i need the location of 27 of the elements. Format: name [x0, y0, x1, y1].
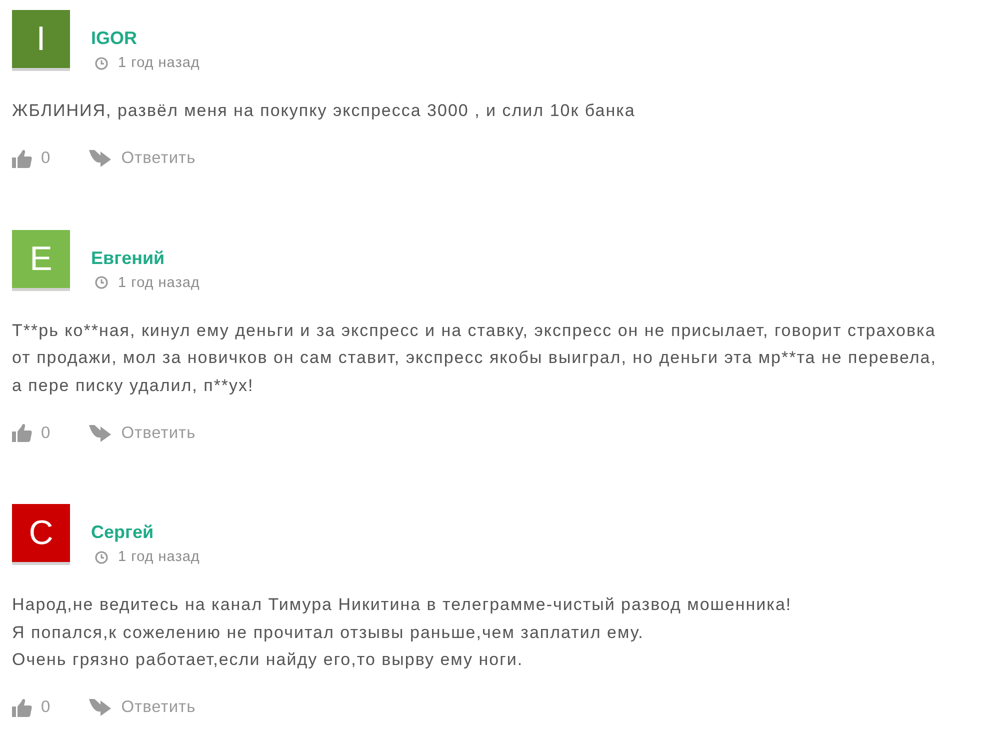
thumbs-up-icon[interactable] [12, 424, 32, 442]
comment-time: 1 год назад [118, 54, 200, 72]
avatar-letter: I [12, 10, 70, 71]
reply-link[interactable]: Ответить [89, 149, 196, 168]
reply-link[interactable]: Ответить [89, 698, 196, 717]
author-name: IGOR [91, 27, 138, 49]
reply-link[interactable]: Ответить [89, 424, 196, 442]
like-count: 0 [41, 698, 50, 717]
comment-time: 1 год назад [118, 274, 200, 292]
avatar-letter: C [12, 504, 70, 565]
comment-text: Т**рь ко**ная, кинул ему деньги и за экспресс и на ставку, экспресс он не присылает, говорит страховка от продажи, мол за новичков он сам ставит, экспресс якобы выиграл, но деньги эта мр**та не перевела, а пере писку удалил, п**ух! [12, 320, 938, 396]
reply-arrow-icon [89, 424, 112, 442]
thumbs-up-icon[interactable] [12, 150, 32, 168]
reply-arrow-icon [89, 150, 112, 167]
clock-icon [95, 550, 108, 564]
comment-text: ЖБЛИНИЯ, развёл меня на покупку экспресса 3000 , и слил 10к банка [12, 100, 636, 122]
author-name: Евгений [91, 246, 166, 268]
like-count: 0 [41, 149, 50, 168]
reply-arrow-icon [89, 699, 112, 716]
comment-text: Народ,не ведитесь на канал Тимура Никитина в телеграмме-чистый развод мошенника! Я попался,к сожелению не прочитал отзывы раньше,чем заплатил ему. Очень грязно работает,если найду его,то вырву ему ноги. [12, 594, 793, 671]
thumbs-up-icon[interactable] [12, 698, 32, 716]
clock-icon [95, 276, 108, 289]
author-name: Сергей [91, 521, 155, 543]
like-count: 0 [41, 424, 50, 442]
avatar-letter: E [12, 230, 70, 290]
comment-time: 1 год назад [118, 548, 200, 566]
clock-icon [95, 56, 108, 70]
